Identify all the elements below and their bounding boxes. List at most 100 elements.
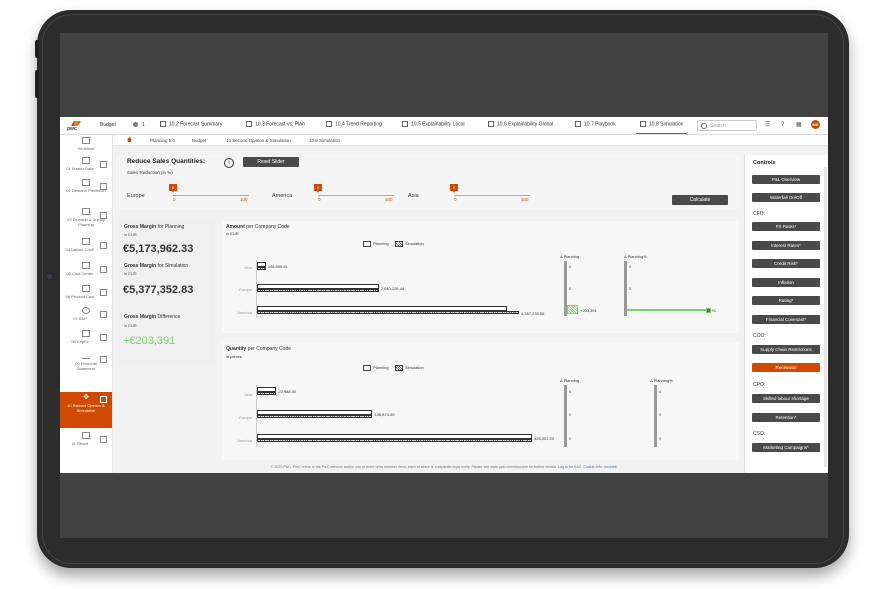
- nav-master-data[interactable]: 01 Master Data: [60, 157, 112, 177]
- waterfall-toggle-button[interactable]: Waterfall On/Off: [752, 193, 820, 202]
- trend-icon: [82, 352, 90, 359]
- pl-overview-button[interactable]: P&L Overview: [752, 175, 820, 184]
- breadcrumb-item[interactable]: 10.8 Simulation: [309, 138, 340, 143]
- nav-second-opinion[interactable]: ✥ 10 Second Opinion & Simulation: [60, 392, 112, 428]
- top-bar: pwc Budget 1 10.2 Forecast Summary 10.3 …: [60, 117, 828, 135]
- quantity-label-asia: 22,988.00: [278, 389, 297, 394]
- quantity-pct-axis: [654, 385, 657, 447]
- calculate-button[interactable]: Calculate: [672, 195, 728, 205]
- controls-scrollbar[interactable]: [824, 167, 827, 467]
- tab-explainability-local[interactable]: 10.5 Explainability Local: [402, 121, 465, 133]
- apps-icon[interactable]: ▦: [796, 122, 802, 128]
- nav-capex[interactable]: 08 CapEx: [60, 330, 112, 350]
- kpi-difference-title: Gross Margin Difference: [124, 314, 181, 320]
- quantity-bar-simulation-europe: [257, 415, 373, 418]
- kpi-difference-value: +€203,391: [123, 335, 176, 347]
- amount-label-america: 4,187,235.58: [521, 311, 545, 316]
- nav-cost-center[interactable]: 05 Cost Center: [60, 262, 112, 282]
- skilled-labour-button[interactable]: Skilled labour shortage: [752, 394, 820, 403]
- america-max: 100: [385, 197, 393, 202]
- tab-forecast-vs-plan[interactable]: 10.3 Forecast vs. Plan: [246, 121, 305, 133]
- footer-link[interactable]: Log in for SAC. Cookie-Info: 'cookies': [558, 465, 617, 469]
- menu-icon[interactable]: ☰: [765, 122, 770, 128]
- avatar[interactable]: ME: [811, 120, 820, 129]
- nav-financial-statement[interactable]: 09 Financial Statement: [60, 352, 112, 380]
- slider-panel: [116, 155, 740, 209]
- breadcrumb-item[interactable]: Budget: [192, 138, 206, 143]
- coin-icon: [82, 307, 90, 314]
- kpi-simulation-unit: in EUR: [124, 271, 137, 276]
- amount-delta-planning-header: Δ Planning: [560, 254, 580, 259]
- america-slider-thumb[interactable]: 0: [314, 184, 322, 193]
- asia-slider[interactable]: [454, 195, 530, 196]
- close-icon[interactable]: [133, 122, 138, 127]
- amount-bar-simulation-america: [257, 311, 519, 314]
- quantity-delta-america: 0: [569, 436, 572, 441]
- kpi-planning-value: €5,173,962.33: [123, 243, 194, 255]
- move-icon: ✥: [83, 394, 89, 401]
- quantity-label-america: 326,002.00: [534, 436, 555, 441]
- tab-trend-reporting[interactable]: 10.4 Trend Reporting: [326, 121, 382, 133]
- tablet-button: [35, 70, 39, 98]
- home-icon[interactable]: [127, 137, 132, 142]
- reset-slider-button[interactable]: Reset Slider: [243, 157, 299, 167]
- europe-slider[interactable]: [173, 195, 249, 196]
- nav-labour-cost[interactable]: 04 Labour Cost*: [60, 238, 112, 258]
- recession-button[interactable]: Recession: [752, 363, 820, 372]
- supply-chain-button[interactable]: Supply Chain Restrictions: [752, 345, 820, 354]
- pwc-logo: pwc: [66, 121, 82, 132]
- amount-cat-europe: Europe: [239, 287, 252, 292]
- breadcrumb-item[interactable]: Planning 5.0: [150, 138, 175, 143]
- help-icon[interactable]: ?: [781, 122, 784, 128]
- nav-sop[interactable]: 07 S&P: [60, 307, 112, 327]
- left-nav: Workflow 01 Master Data 02 Demand Predic…: [60, 135, 113, 473]
- amount-unit: in EUR: [226, 231, 239, 236]
- labour-icon: [82, 238, 90, 245]
- capex-icon: [82, 330, 90, 337]
- tab-playbook[interactable]: 10.7 Playbook: [575, 121, 616, 133]
- data-icon: [82, 157, 90, 164]
- amount-delta-bar-america: [567, 305, 578, 314]
- fx-rates-button[interactable]: FX Rates*: [752, 222, 820, 231]
- inflation-button[interactable]: Inflation: [752, 278, 820, 287]
- product-icon: [82, 285, 90, 292]
- quantity-pct-america: 0: [659, 436, 662, 441]
- marketing-campaigns-button[interactable]: Marketing Campaigns*: [752, 443, 820, 452]
- quantity-chart: [222, 342, 739, 460]
- quantity-cat-america: America: [237, 438, 252, 443]
- quantity-delta-axis: [564, 385, 567, 447]
- quantity-chart-title: Quantity per Company Code: [226, 346, 292, 352]
- asia-slider-thumb[interactable]: 0: [450, 184, 458, 193]
- nav-product-cost[interactable]: 06 Product Cost: [60, 285, 112, 305]
- amount-chart: [222, 221, 739, 333]
- retention-button[interactable]: Retention*: [752, 413, 820, 422]
- tab-explainability-global[interactable]: 10.6 Explainability Global: [488, 121, 553, 133]
- europe-slider-thumb[interactable]: 0: [169, 184, 177, 193]
- interest-rates-button[interactable]: Interest Rates*: [752, 241, 820, 250]
- amount-delta-america: +203,391: [580, 308, 597, 313]
- tab-forecast-summary[interactable]: 10.2 Forecast Summary: [160, 121, 222, 133]
- tab-simulation[interactable]: 10.8 Simulation: [636, 121, 688, 134]
- camera: [47, 274, 52, 279]
- asia-min: 0: [454, 197, 457, 202]
- kpi-simulation-title: Gross Margin for Simulation: [124, 263, 189, 269]
- nav-result[interactable]: 11 Result: [60, 432, 112, 450]
- credit-risk-button[interactable]: Credit Risk*: [752, 259, 820, 268]
- rating-button[interactable]: Rating*: [752, 296, 820, 305]
- breadcrumb-item[interactable]: 10 Second Opinion & Simulation: [226, 138, 291, 143]
- america-slider[interactable]: [318, 195, 394, 196]
- nav-workflow[interactable]: Workflow: [60, 137, 112, 153]
- america-min: 0: [318, 197, 321, 202]
- amount-pct-axis: [624, 261, 627, 316]
- financial-covenant-button[interactable]: Financial Covenant*: [752, 315, 820, 324]
- slider-title: Reduce Sales Quantities:: [127, 158, 206, 165]
- search-input[interactable]: Search: [697, 120, 757, 131]
- story-name: Budget: [100, 122, 116, 128]
- quantity-legend-planning: Planning: [363, 365, 389, 371]
- info-icon[interactable]: i: [224, 158, 234, 168]
- sac-app: pwc Budget 1 10.2 Forecast Summary 10.3 …: [60, 117, 828, 473]
- amount-label-europe: 2,040,126.44: [380, 286, 405, 291]
- nav-demand-supply[interactable]: 03 Demand & Supply Planning: [60, 208, 112, 236]
- nav-demand-prediction[interactable]: 02 Demand Prediction: [60, 179, 112, 205]
- result-icon: [82, 432, 90, 439]
